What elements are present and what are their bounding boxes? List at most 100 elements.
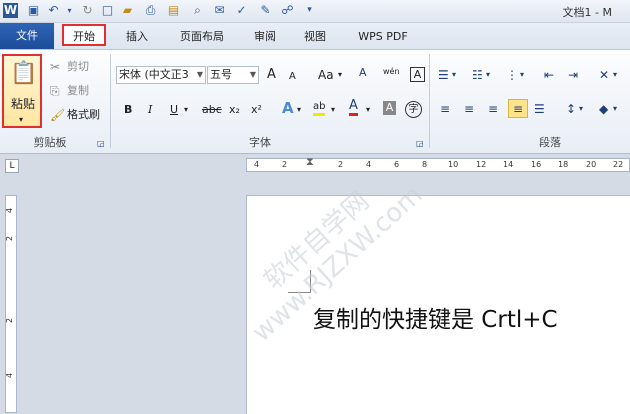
chevron-down-icon[interactable]: ▾	[452, 67, 456, 83]
vertical-ruler[interactable]: 4 2 2 4	[5, 195, 17, 413]
underline-button[interactable]: U	[170, 102, 178, 118]
spell-check-icon[interactable]: ✓	[234, 3, 249, 18]
chinese-layout-icon[interactable]: ✕	[599, 67, 609, 83]
ruler-tick: 20	[586, 160, 597, 169]
grow-font-button[interactable]: A	[267, 67, 276, 83]
undo-dropdown-icon[interactable]: ▾	[62, 3, 77, 18]
tab-home[interactable]: 开始	[62, 24, 106, 46]
font-group-label: 字体	[249, 136, 271, 149]
align-center-icon[interactable]: ≡	[464, 101, 474, 117]
clipboard-launcher-icon[interactable]: ◲	[97, 136, 105, 152]
copy-button[interactable]: 复制	[67, 83, 89, 99]
paragraph-group-label: 段落	[539, 136, 561, 149]
tab-wps-pdf[interactable]: WPS PDF	[350, 27, 416, 47]
print-preview-icon[interactable]: ⌕	[190, 3, 205, 18]
edit-icon[interactable]: ✎	[258, 3, 273, 18]
chevron-down-icon[interactable]: ▾	[297, 102, 301, 118]
ribbon: 📋 粘贴 ▾ ✂ 剪切 ⎘ 复制 🖌 格式刷 剪贴板 ◲ 宋体 (中文正3 ▼ …	[0, 50, 630, 154]
chevron-down-icon[interactable]: ▾	[331, 102, 335, 118]
chevron-down-icon[interactable]: ▾	[613, 101, 617, 117]
ruler-tick: 2	[282, 160, 288, 169]
shading-icon[interactable]: ◆	[599, 101, 608, 117]
paste-dropdown-icon[interactable]: ▾	[19, 112, 23, 128]
highlight-button[interactable]: ab	[313, 100, 326, 116]
enclose-char-button[interactable]: 字	[405, 101, 422, 118]
format-painter-button[interactable]: 格式刷	[67, 107, 100, 123]
decrease-indent-icon[interactable]: ⇤	[544, 67, 554, 83]
char-border-button[interactable]: A	[410, 67, 425, 82]
open-folder-icon[interactable]: ▰	[120, 3, 135, 18]
chevron-down-icon: ▼	[249, 70, 256, 79]
indent-marker-icon[interactable]: ⧗	[306, 156, 314, 167]
clear-format-button[interactable]: A	[359, 65, 367, 81]
line-spacing-icon[interactable]: ↕	[566, 101, 576, 117]
italic-button[interactable]: I	[148, 102, 152, 118]
tab-insert[interactable]: 插入	[118, 27, 156, 47]
chevron-down-icon[interactable]: ▾	[613, 67, 617, 83]
chevron-down-icon[interactable]: ▾	[579, 101, 583, 117]
text-effect-button[interactable]: A	[282, 100, 294, 116]
ruler-tick: 18	[558, 160, 569, 169]
font-name-value: 宋体 (中文正3	[119, 68, 189, 81]
horizontal-ruler[interactable]: 4 2 ⧗ 2 4 6 8 10 12 14 16 18 20 22	[246, 156, 630, 172]
customize-toolbar-icon[interactable]: ▾	[302, 3, 317, 18]
ruler-tick: 14	[503, 160, 514, 169]
font-size-select[interactable]: 五号 ▼	[207, 66, 259, 84]
align-right-icon[interactable]: ≡	[488, 101, 498, 117]
print-icon[interactable]: ⎙	[143, 3, 158, 18]
scissors-icon: ✂	[50, 60, 61, 74]
multilevel-list-icon[interactable]: ⋮	[506, 67, 518, 83]
ruler-tick: 4	[5, 207, 15, 214]
increase-indent-icon[interactable]: ⇥	[568, 67, 578, 83]
bold-button[interactable]: B	[124, 102, 132, 118]
ruler-tick: 12	[476, 160, 487, 169]
tree-icon[interactable]: ☍	[280, 3, 295, 18]
folder-icon[interactable]: ▤	[166, 3, 181, 18]
redo-icon[interactable]: ↻	[80, 3, 95, 18]
document-title: 文档1 - M	[562, 6, 612, 19]
chevron-down-icon[interactable]: ▾	[486, 67, 490, 83]
cut-button[interactable]: 剪切	[67, 59, 89, 75]
undo-icon[interactable]: ↶	[46, 3, 61, 18]
document-text[interactable]: 复制的快捷键是 Crtl+C	[313, 300, 558, 334]
font-size-value: 五号	[210, 68, 232, 81]
font-launcher-icon[interactable]: ◲	[416, 136, 424, 152]
chevron-down-icon[interactable]: ▾	[184, 102, 188, 118]
word-app-icon[interactable]: W	[3, 3, 18, 18]
font-name-select[interactable]: 宋体 (中文正3 ▼	[116, 66, 206, 84]
distributed-align-icon[interactable]: ☰	[534, 101, 545, 117]
paste-button[interactable]: 📋 粘贴 ▾	[2, 54, 42, 128]
char-shading-button[interactable]: A	[383, 101, 396, 115]
justify-icon[interactable]: ≡	[508, 99, 528, 118]
email-icon[interactable]: ✉	[212, 3, 227, 18]
bullets-icon[interactable]: ☰	[438, 67, 449, 83]
paste-label: 粘贴	[11, 97, 36, 111]
chevron-down-icon[interactable]: ▾	[338, 67, 342, 83]
save-icon[interactable]: ▣	[26, 3, 41, 18]
chevron-down-icon[interactable]: ▾	[520, 67, 524, 83]
tab-page-layout[interactable]: 页面布局	[170, 27, 234, 47]
tab-stop-selector-icon[interactable]: L	[5, 159, 19, 173]
ruler-tick: 10	[448, 160, 459, 169]
ruler-tick: 16	[531, 160, 542, 169]
tab-file[interactable]: 文件	[0, 23, 54, 49]
tab-view[interactable]: 视图	[296, 27, 334, 47]
ruler-tick: 22	[613, 160, 624, 169]
strikethrough-button[interactable]: abc	[202, 102, 222, 118]
tab-review[interactable]: 审阅	[246, 27, 284, 47]
ruler-tick: 2	[338, 160, 344, 169]
clipboard-group-label: 剪贴板	[33, 136, 67, 149]
new-document-icon[interactable]: □	[100, 3, 115, 18]
change-case-button[interactable]: Aa	[318, 67, 334, 83]
superscript-button[interactable]: x²	[251, 102, 262, 118]
phonetic-guide-button[interactable]: wén	[383, 64, 400, 80]
font-color-button[interactable]: A	[349, 99, 358, 116]
margin-corner-mark	[288, 270, 311, 293]
ruler-tick: 2	[5, 235, 15, 242]
ruler-tick: 8	[422, 160, 428, 169]
shrink-font-button[interactable]: A	[289, 69, 296, 85]
align-left-icon[interactable]: ≡	[440, 101, 450, 117]
chevron-down-icon[interactable]: ▾	[366, 102, 370, 118]
subscript-button[interactable]: x₂	[229, 102, 240, 118]
numbering-icon[interactable]: ☷	[472, 67, 483, 83]
